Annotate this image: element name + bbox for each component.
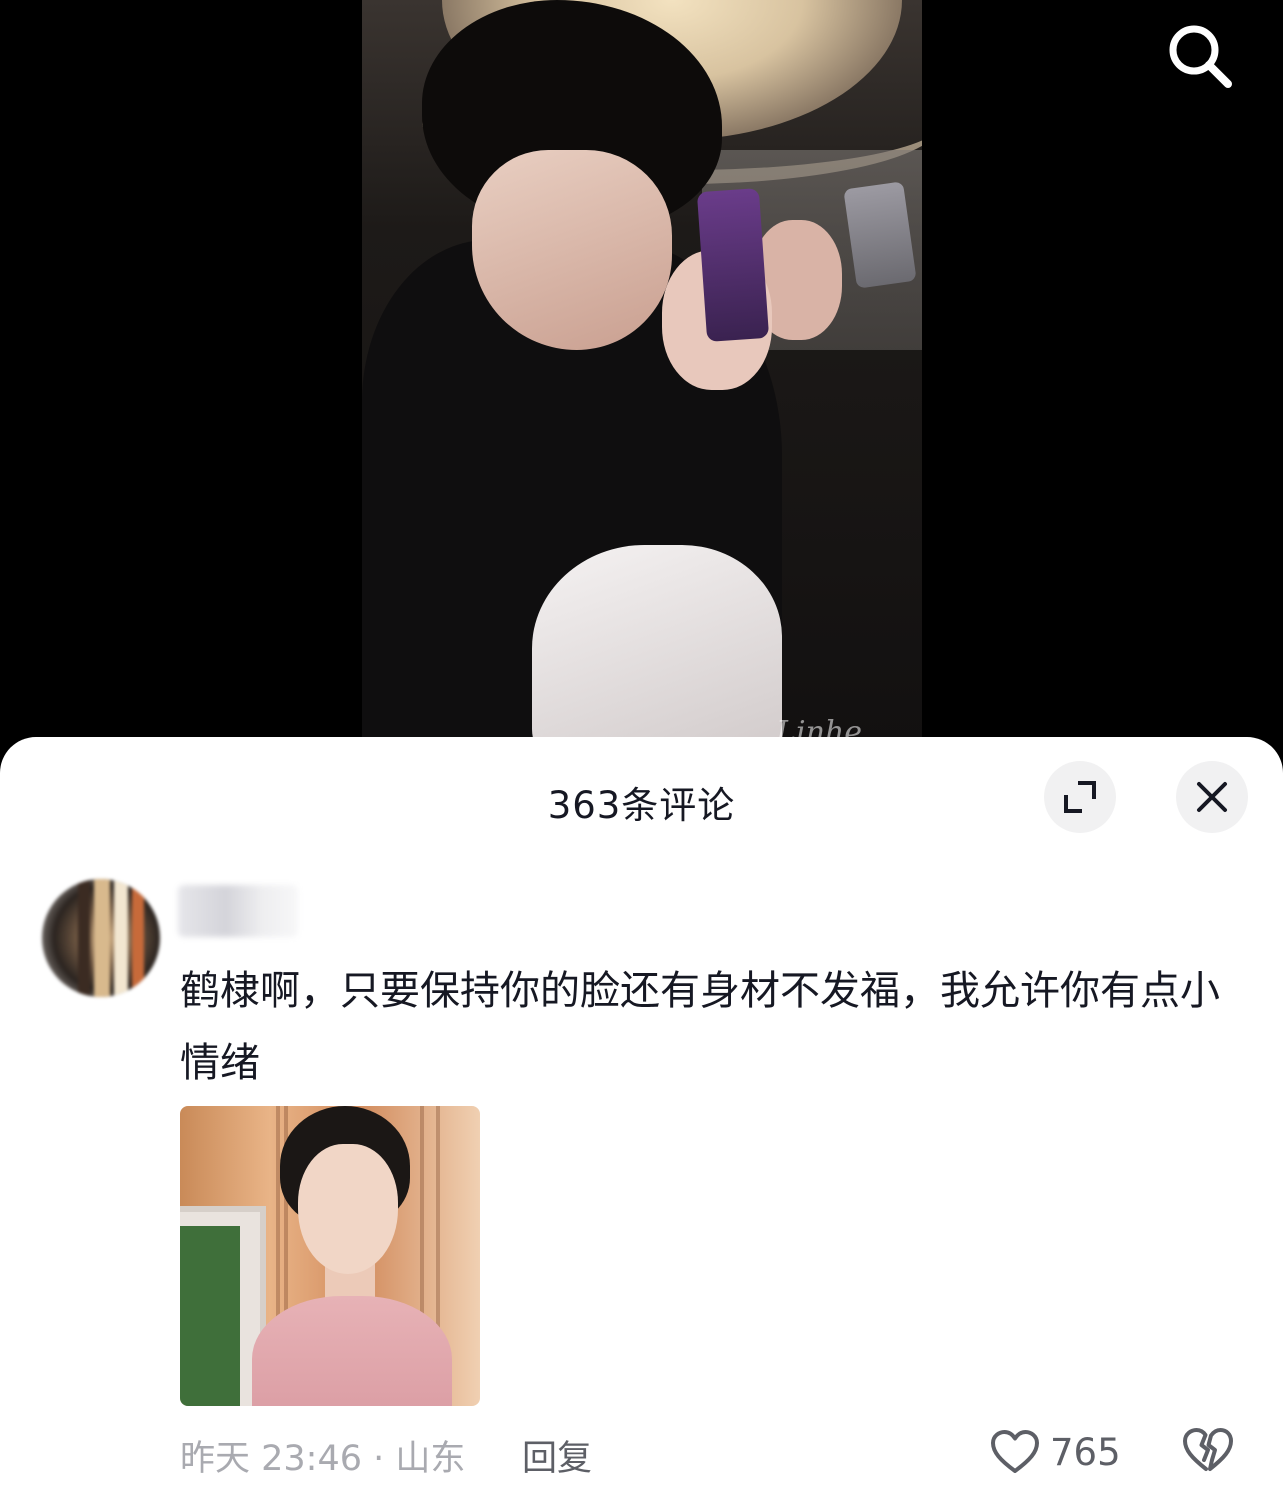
like-count: 765	[1050, 1430, 1121, 1474]
search-icon	[1169, 25, 1232, 88]
comment-image[interactable]	[180, 1106, 480, 1406]
video-frame[interactable]: Linhe	[362, 0, 922, 760]
reply-button[interactable]: 回复	[522, 1430, 592, 1481]
close-button[interactable]	[1176, 761, 1248, 833]
video-white-jacket	[532, 545, 782, 760]
avatar-stripe	[132, 879, 144, 997]
heart-icon	[991, 1430, 1039, 1473]
image-tv-screen	[180, 1226, 240, 1406]
broken-heart-icon	[1183, 1428, 1233, 1471]
comment-sheet: 363条评论 鹤棣啊，只要保持你的脸还有身材不发福，我允许你有点小情绪 昨天 2…	[0, 737, 1283, 1490]
avatar-stripe	[78, 879, 90, 997]
search-button[interactable]	[1162, 18, 1240, 96]
comment-meta-row: 昨天 23:46 · 山东 回复 765	[180, 1422, 1260, 1482]
dislike-button[interactable]	[1182, 1426, 1234, 1478]
avatar-stripe	[114, 879, 128, 997]
image-body	[252, 1296, 452, 1406]
like-button[interactable]: 765	[990, 1426, 1121, 1478]
video-player[interactable]: Linhe	[0, 0, 1283, 760]
avatar[interactable]	[42, 879, 160, 997]
username-blurred[interactable]	[178, 885, 298, 937]
image-face	[298, 1144, 398, 1274]
comment-text: 鹤棣啊，只要保持你的脸还有身材不发福，我允许你有点小情绪	[180, 968, 1220, 1086]
expand-icon	[1064, 781, 1096, 813]
expand-button[interactable]	[1044, 761, 1116, 833]
app-screen: Linhe 363条评论 鹤棣啊，只要保持你的脸还有身材不发福，我允许你有点小情…	[0, 0, 1283, 1490]
comment-time-location: 昨天 23:46 · 山东	[180, 1439, 466, 1479]
close-icon	[1197, 782, 1227, 812]
avatar-stripe	[94, 879, 110, 997]
video-fan-phone-purple	[696, 188, 770, 342]
